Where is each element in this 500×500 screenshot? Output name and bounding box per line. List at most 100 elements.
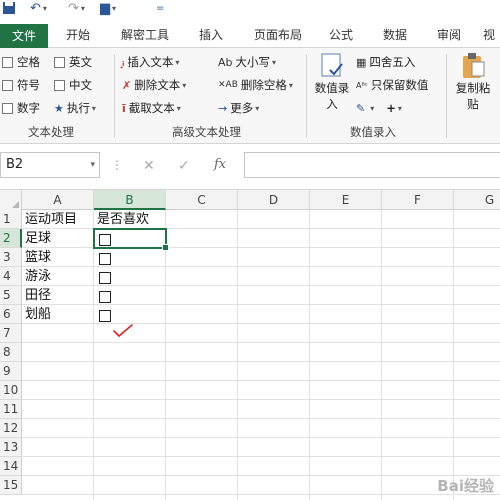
tab-decrypt-tools[interactable]: 解密工具 (110, 24, 180, 46)
more-button[interactable]: → 更多 ▾ (218, 98, 259, 118)
cell-a1[interactable]: 运动项目 (23, 210, 77, 229)
tab-page-layout[interactable]: 页面布局 (246, 24, 310, 46)
checkbox-icon (2, 79, 13, 91)
checkbox-space[interactable]: 空格 (2, 52, 40, 72)
round-button[interactable]: ▦ 四舍五入 (356, 52, 415, 72)
checkbox-icon (2, 102, 13, 114)
insert-text-icon: ᵢ͎ (122, 55, 125, 69)
cell-a4[interactable]: 游泳 (23, 267, 51, 286)
tab-insert[interactable]: 插入 (188, 24, 234, 46)
cell-a6[interactable]: 划船 (23, 305, 51, 324)
checkmark-icon (113, 324, 133, 338)
cell-a3[interactable]: 篮球 (23, 248, 51, 267)
value-entry-icon (321, 53, 343, 77)
checkbox-b6[interactable] (99, 310, 111, 322)
extract-text-button[interactable]: ī 截取文本 ▾ (122, 98, 181, 118)
row-header-12[interactable]: 12 (0, 419, 22, 438)
chevron-down-icon[interactable]: ▾ (90, 153, 95, 177)
case-icon: Ab (218, 55, 233, 69)
checkbox-b5[interactable] (99, 291, 111, 303)
row-header-13[interactable]: 13 (0, 438, 22, 457)
checkbox-icon (54, 56, 65, 68)
gridline (237, 210, 238, 500)
keep-value-button[interactable]: Aᴮᶜ 只保留数值 (356, 75, 428, 95)
checkbox-english[interactable]: 英文 (54, 52, 92, 72)
delete-text-button[interactable]: ✗ 删除文本 ▾ (122, 75, 186, 95)
checkbox-icon (54, 79, 65, 91)
tab-view[interactable]: 视 (478, 24, 500, 46)
tab-review[interactable]: 审阅 (426, 24, 472, 46)
undo-icon[interactable]: ↶ ▾ (30, 0, 47, 16)
column-header-a[interactable]: A (22, 190, 94, 210)
delete-space-button[interactable]: ✕AB 删除空格 ▾ (218, 75, 293, 95)
gridline (93, 210, 94, 500)
gridline (453, 210, 454, 500)
row-header-4[interactable]: 4 (0, 267, 22, 286)
row-header-5[interactable]: 5 (0, 286, 22, 305)
gridline (309, 210, 310, 500)
selected-cell-b2[interactable] (93, 228, 169, 251)
cell-a5[interactable]: 田径 (23, 286, 51, 305)
ribbon-tabs: 文件 开始 解密工具 插入 页面布局 公式 数据 审阅 视 (0, 20, 500, 48)
quick-access-toolbar: ↶ ▾ ↷ ▾ ▆ ▾ = (0, 0, 500, 20)
tab-file[interactable]: 文件 (0, 24, 48, 48)
row-header-11[interactable]: 11 (0, 400, 22, 419)
gridline (165, 210, 166, 500)
execute-button[interactable]: ★ 执行 ▾ (54, 98, 96, 118)
group-separator (114, 54, 115, 138)
group-separator (306, 54, 307, 138)
tab-data[interactable]: 数据 (372, 24, 418, 46)
row-header-8[interactable]: 8 (0, 343, 22, 362)
tab-home[interactable]: 开始 (52, 24, 104, 46)
redo-icon[interactable]: ↷ ▾ (68, 0, 85, 16)
confirm-icon[interactable]: ✓ (178, 158, 190, 174)
row-header-9[interactable]: 9 (0, 362, 22, 381)
row-header-7[interactable]: 7 (0, 324, 22, 343)
column-header-f[interactable]: F (382, 190, 454, 210)
round-icon: ▦ (356, 55, 367, 69)
customize-icon[interactable]: ▆ ▾ (100, 0, 116, 16)
column-header-c[interactable]: C (166, 190, 238, 210)
plus-icon[interactable]: + (386, 101, 396, 115)
value-tools-row: ✎ ▾ + ▾ (356, 101, 402, 115)
save-icon[interactable] (2, 0, 16, 16)
copy-paste-button[interactable]: 复制粘 贴 (450, 52, 496, 112)
column-header-g[interactable]: G (454, 190, 500, 210)
clipboard-icon (463, 53, 485, 78)
keep-value-icon: Aᴮᶜ (356, 80, 368, 90)
group-label-text: 文本处理 (28, 125, 74, 139)
column-header-b[interactable]: B (94, 190, 166, 210)
column-header-d[interactable]: D (238, 190, 310, 210)
row-header-2[interactable]: 2 (0, 229, 22, 248)
function-icon[interactable]: fx (214, 157, 226, 172)
insert-text-button[interactable]: ᵢ͎ 插入文本 ▾ (122, 52, 179, 72)
watermark: Bai经验 (437, 477, 494, 495)
checkbox-b3[interactable] (99, 253, 111, 265)
row-header-1[interactable]: 1 (0, 210, 22, 229)
checkbox-number[interactable]: 数字 (2, 98, 40, 118)
case-button[interactable]: Ab 大小写 ▾ (218, 52, 276, 72)
row-header-10[interactable]: 10 (0, 381, 22, 400)
cell-b1[interactable]: 是否喜欢 (95, 210, 149, 229)
cancel-icon[interactable]: ✕ (143, 158, 155, 174)
ribbon: 空格 英文 符号 中文 数字 ★ 执行 ▾ 文本处理 ᵢ͎ 插入文本 ▾ ✗ 删除文本 ▾ … (0, 48, 500, 144)
group-label-value: 数值录入 (350, 125, 396, 139)
qat-more-icon[interactable]: = (156, 0, 164, 16)
row-header-3[interactable]: 3 (0, 248, 22, 267)
delete-space-icon: ✕AB (218, 80, 238, 90)
cell-a2[interactable]: 足球 (23, 229, 51, 248)
checkbox-b4[interactable] (99, 272, 111, 284)
checkbox-symbol[interactable]: 符号 (2, 75, 40, 95)
value-entry-button[interactable]: 数值录 入 (312, 52, 352, 112)
name-box[interactable]: B2 ▾ (0, 152, 100, 178)
row-header-14[interactable]: 14 (0, 457, 22, 476)
checkbox-chinese[interactable]: 中文 (54, 75, 92, 95)
row-header-6[interactable]: 6 (0, 305, 22, 324)
tab-formulas[interactable]: 公式 (318, 24, 364, 46)
column-header-e[interactable]: E (310, 190, 382, 210)
edit-icon[interactable]: ✎ (356, 102, 365, 115)
select-all-button[interactable] (0, 190, 22, 210)
row-header-15[interactable]: 15 (0, 476, 22, 495)
formula-input[interactable] (244, 152, 500, 178)
arrow-right-icon: → (218, 101, 228, 115)
